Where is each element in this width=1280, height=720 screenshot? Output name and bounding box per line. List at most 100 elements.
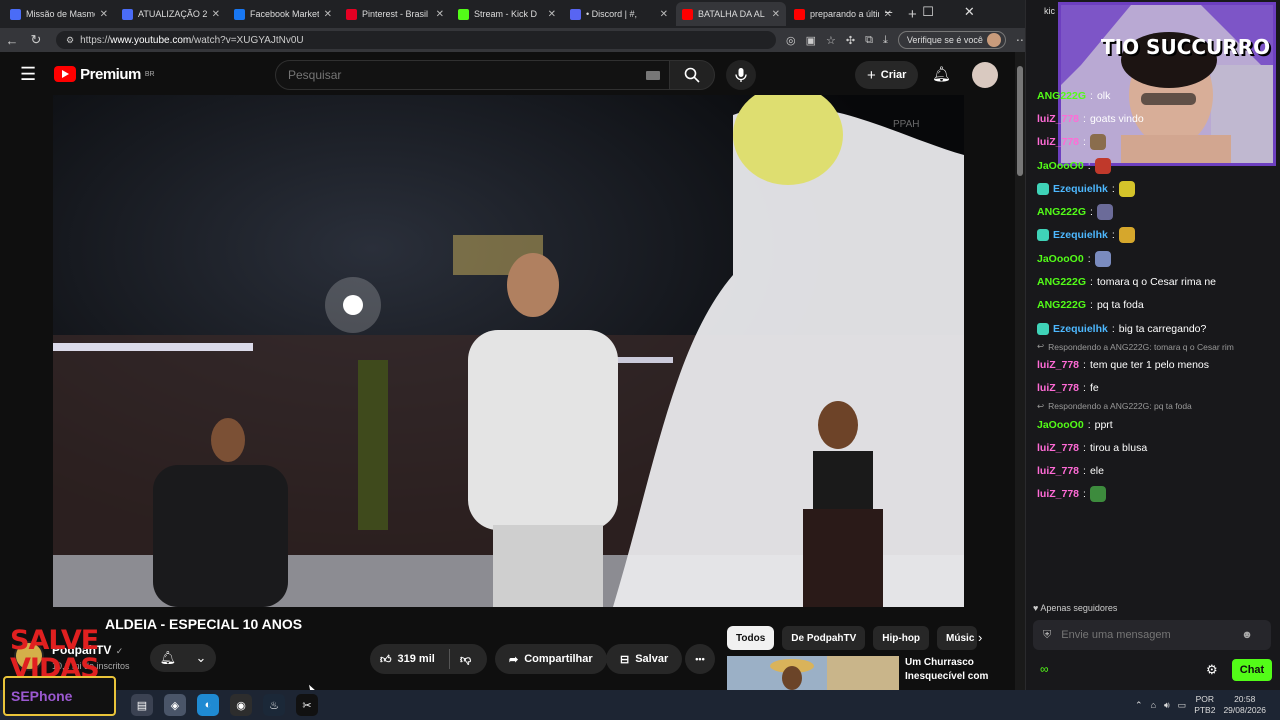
dislike-button[interactable]: 👎︎ [450,653,471,666]
chip-hiphop[interactable]: Hip-hop [873,626,930,650]
chat-username[interactable]: luiZ_778 [1037,488,1079,500]
download-icon[interactable]: ⤓ [883,34,888,47]
tab-close-icon[interactable]: ✕ [772,9,780,20]
puzzle-icon[interactable]: ✣ [846,34,855,47]
tab-close-icon[interactable]: ✕ [548,9,556,20]
chat-username[interactable]: luiZ_778 [1037,113,1079,125]
close-window-button[interactable]: ✕ [964,4,975,20]
create-button[interactable]: + Criar [855,61,919,89]
steam-icon[interactable]: ♨ [263,694,285,716]
chat-username[interactable]: ANG222G [1037,299,1086,311]
chat-username[interactable]: Ezequielhk [1053,183,1108,195]
file-explorer-icon[interactable]: ▤ [131,694,153,716]
extensions-icon[interactable]: ▣ [806,34,816,47]
clock[interactable]: 20:58 29/08/2026 [1223,694,1266,716]
search-box[interactable] [275,60,673,90]
chat-message: JaOooO0: [1037,154,1277,177]
browser-tab[interactable]: Pinterest - Brasil ✕ [340,2,450,26]
browser-tab[interactable]: Stream - Kick D ✕ [452,2,562,26]
url-host: www.youtube.com [110,34,192,46]
url-field[interactable]: ⚙ https://www.youtube.com/watch?v=XUGYAJ… [56,31,776,49]
minimize-button[interactable]: – [885,4,892,20]
browser-tab[interactable]: Missão de Masmorra ✕ [4,2,114,26]
tab-favicon-icon [458,8,469,20]
site-info-icon[interactable]: ⚙ [66,35,74,46]
chat-username[interactable]: luiZ_778 [1037,465,1079,477]
scrollbar-thumb[interactable] [1017,66,1023,176]
notifications-bell-icon[interactable]: 🔔︎ [932,65,951,83]
search-input[interactable] [288,68,628,82]
reload-icon[interactable]: ↻ [24,32,48,48]
chevron-right-icon[interactable]: › [978,630,982,645]
browser-tab[interactable]: Facebook Marketpla ✕ [228,2,338,26]
tab-favicon-icon [346,8,357,20]
hamburger-menu-icon[interactable]: ☰ [20,64,36,85]
chat-username[interactable]: Ezequielhk [1053,229,1108,241]
recommended-video-thumbnail[interactable] [727,656,899,690]
share-button[interactable]: ➦ Compartilhar [495,644,607,674]
like-button[interactable]: 👍︎ 319 mil [370,649,450,669]
chat-username[interactable]: JaOooO0 [1037,160,1084,172]
edge-browser-icon[interactable]: ◐ [197,694,219,716]
verify-account-button[interactable]: Verifique se é você [897,31,1006,49]
browser-tab[interactable]: preparando a últim ✕ [788,2,898,26]
tab-title: ATUALIZAÇÃO 2.0 [ [138,9,207,19]
tab-close-icon[interactable]: ✕ [100,9,108,20]
app-icon[interactable]: ◈ [164,694,186,716]
chat-message-input[interactable] [1061,629,1232,641]
chat-message: Ezequielhk: big ta carregando? [1037,317,1277,340]
chat-text: ele [1089,465,1104,478]
infinity-icon[interactable]: ∞ [1040,662,1049,676]
capcut-icon[interactable]: ✂ [296,694,318,716]
browser-tab[interactable]: BATALHA DA AL ✕ [676,2,786,26]
chat-username[interactable]: luiZ_778 [1037,382,1079,394]
network-icon[interactable]: ⌂ [1151,700,1156,710]
chat-send-button[interactable]: Chat [1232,659,1272,681]
tab-close-icon[interactable]: ✕ [436,9,444,20]
gear-icon[interactable]: ⚙ [1206,662,1218,678]
chat-username[interactable]: luiZ_778 [1037,136,1079,148]
tab-close-icon[interactable]: ✕ [324,9,332,20]
obs-icon[interactable]: ◉ [230,694,252,716]
chevron-up-icon[interactable]: ⌃ [1135,700,1143,711]
youtube-logo[interactable]: Premium BR [54,66,155,83]
chat-username[interactable]: ANG222G [1037,206,1086,218]
chip-music[interactable]: Músic [937,626,978,650]
browser-tab[interactable]: ATUALIZAÇÃO 2.0 [ ✕ [116,2,226,26]
recommended-video-title[interactable]: Um Churrasco Inesquecível com [905,656,1005,684]
page-scrollbar[interactable] [1015,52,1025,690]
tab-close-icon[interactable]: ✕ [212,9,220,20]
more-actions-button[interactable]: ••• [685,644,715,674]
chat-message: luiZ_778: goats vindo [1037,107,1277,130]
keyboard-layout[interactable]: POR PTB2 [1194,694,1215,716]
browser-tab[interactable]: • Discord | #, ✕ [564,2,674,26]
emoji-icon[interactable]: ☻ [1241,629,1253,641]
tab-favicon-icon [234,8,245,20]
star-icon[interactable]: ☆ [826,34,836,47]
youtube-avatar[interactable] [972,62,998,88]
chat-username[interactable]: Ezequielhk [1053,323,1108,335]
chat-username[interactable]: JaOooO0 [1037,419,1084,431]
system-tray: ⌃ ⌂ 🔊︎ ▭ POR PTB2 20:58 29/08/2026 [1135,690,1266,720]
chat-username[interactable]: luiZ_778 [1037,359,1079,371]
chat-username[interactable]: luiZ_778 [1037,442,1079,454]
maximize-button[interactable]: ☐ [922,4,934,20]
tab-close-icon[interactable]: ✕ [660,9,668,20]
search-button[interactable] [669,60,715,90]
save-button[interactable]: ⊟ Salvar [606,644,683,674]
chip-all[interactable]: Todos [727,626,775,650]
chat-username[interactable]: JaOooO0 [1037,253,1084,265]
voice-search-button[interactable] [726,60,756,90]
volume-icon[interactable]: 🔊︎ [1164,700,1170,711]
collections-icon[interactable]: ⧉ [865,34,873,47]
back-arrow-icon[interactable]: ← [0,33,24,48]
eye-off-icon[interactable]: ◎ [786,34,796,47]
keyboard-icon[interactable] [646,71,660,80]
subscribed-button[interactable]: 🔔︎ ⌄ [150,644,216,672]
chip-from-channel[interactable]: De PodpahTV [782,626,866,650]
battery-icon[interactable]: ▭ [1178,700,1187,711]
video-player[interactable]: PPAH [53,95,964,607]
chat-input-box[interactable]: ⛨ ☻ [1033,620,1271,650]
chat-username[interactable]: ANG222G [1037,276,1086,288]
chat-username[interactable]: ANG222G [1037,90,1086,102]
